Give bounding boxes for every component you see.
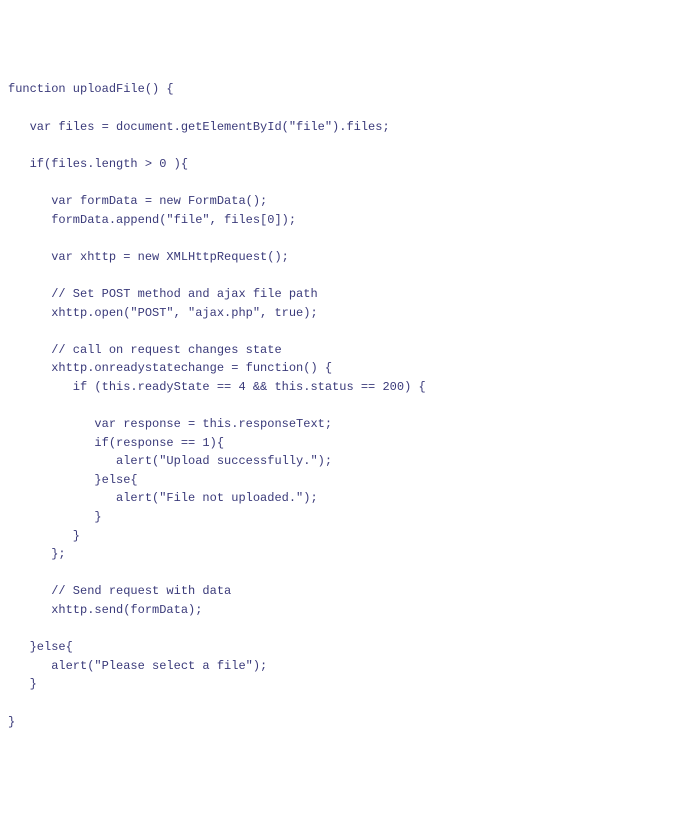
code-block: function uploadFile() { var files = docu… xyxy=(8,80,673,731)
